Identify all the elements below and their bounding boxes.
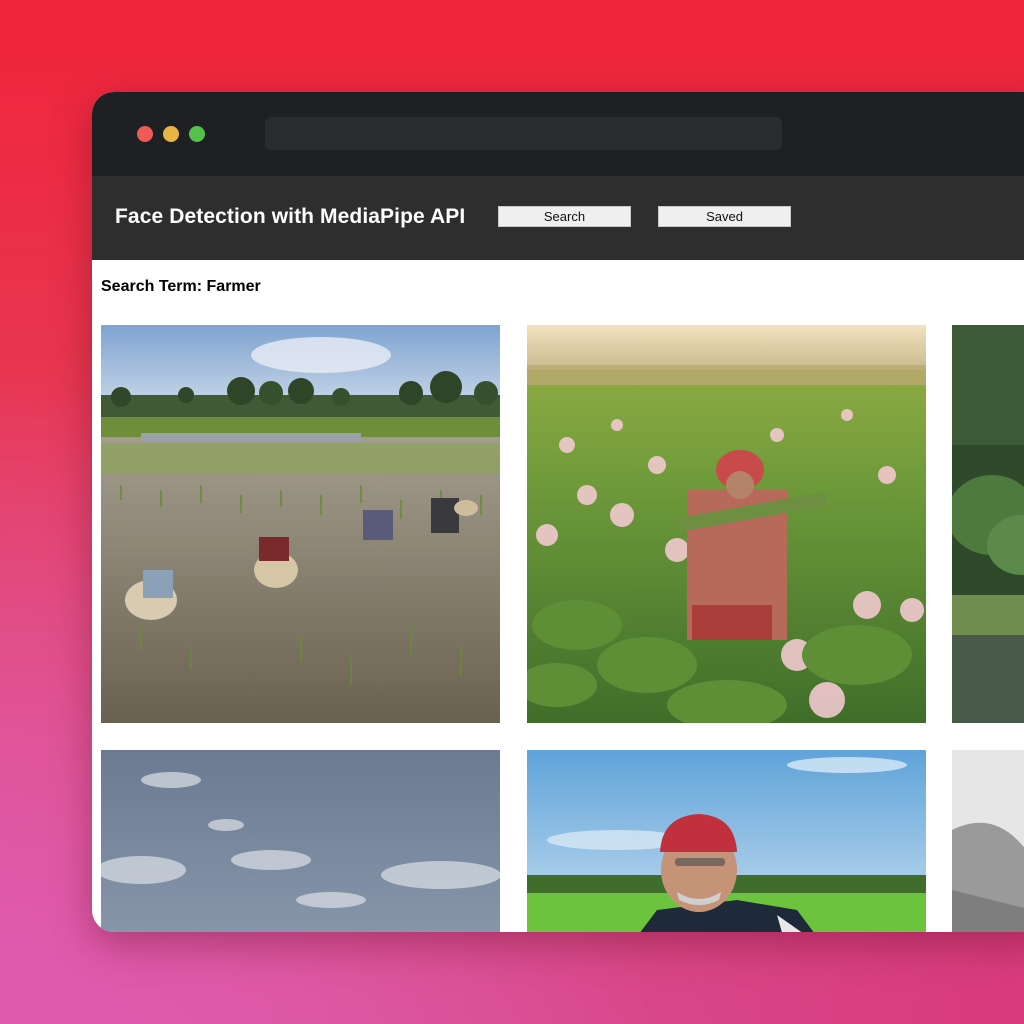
result-image-rice-paddy[interactable]	[101, 325, 500, 723]
browser-window: Face Detection with MediaPipe API Search…	[92, 92, 1024, 932]
saved-button[interactable]: Saved	[658, 206, 791, 227]
result-image-cloudy-sky[interactable]	[101, 750, 500, 932]
app-title: Face Detection with MediaPipe API	[115, 205, 466, 228]
result-image-farmer-red-cap[interactable]	[527, 750, 926, 932]
app-header: Face Detection with MediaPipe API Search…	[92, 176, 1024, 260]
search-button[interactable]: Search	[498, 206, 631, 227]
window-titlebar	[92, 92, 1024, 176]
minimize-window-button[interactable]	[163, 126, 179, 142]
maximize-window-button[interactable]	[189, 126, 205, 142]
close-window-button[interactable]	[137, 126, 153, 142]
search-term-label: Search Term: Farmer	[101, 278, 261, 295]
result-image-forest-pond[interactable]	[952, 325, 1024, 723]
result-image-misty-mountain[interactable]	[952, 750, 1024, 932]
result-image-lotus-field[interactable]	[527, 325, 926, 723]
address-bar[interactable]	[265, 117, 782, 150]
